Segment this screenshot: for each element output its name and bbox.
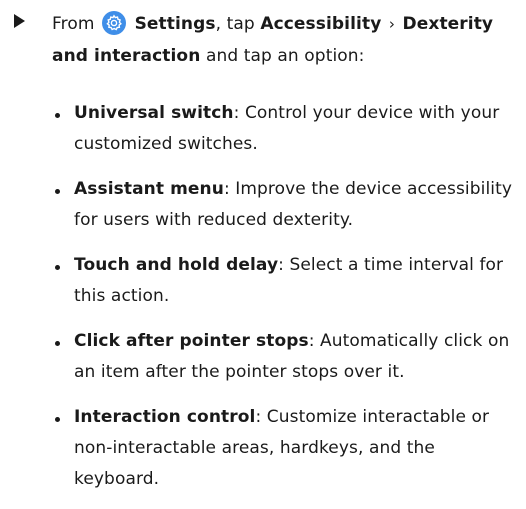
bullet-icon <box>55 113 60 118</box>
accessibility-label: Accessibility <box>260 14 382 34</box>
option-title: Touch and hold delay <box>74 255 279 275</box>
list-item: Universal switch: Control your device wi… <box>52 98 522 160</box>
tap-text: , tap <box>215 14 255 34</box>
arrow-right-icon <box>14 14 25 28</box>
list-item: Click after pointer stops: Automatically… <box>52 326 522 388</box>
option-title: Assistant menu <box>74 179 224 199</box>
from-text: From <box>52 14 95 34</box>
settings-label: Settings <box>134 14 216 34</box>
bullet-icon <box>55 265 60 270</box>
option-title: Universal switch <box>74 103 234 123</box>
options-list: Universal switch: Control your device wi… <box>52 98 522 509</box>
gear-icon <box>102 11 127 35</box>
tail-text: and tap an option: <box>205 46 365 66</box>
bullet-icon <box>55 417 60 422</box>
instruction-text: From Settings, tap Accessibility › Dexte… <box>52 8 514 72</box>
option-title: Interaction control <box>74 407 256 427</box>
bullet-icon <box>55 189 60 194</box>
option-title: Click after pointer stops <box>74 331 309 351</box>
list-item: Touch and hold delay: Select a time inte… <box>52 250 522 312</box>
bullet-icon <box>55 341 60 346</box>
chevron-right-icon: › <box>388 15 396 33</box>
list-item: Interaction control: Customize interacta… <box>52 402 522 495</box>
step-instruction: From Settings, tap Accessibility › Dexte… <box>14 8 514 72</box>
list-item: Assistant menu: Improve the device acces… <box>52 174 522 236</box>
